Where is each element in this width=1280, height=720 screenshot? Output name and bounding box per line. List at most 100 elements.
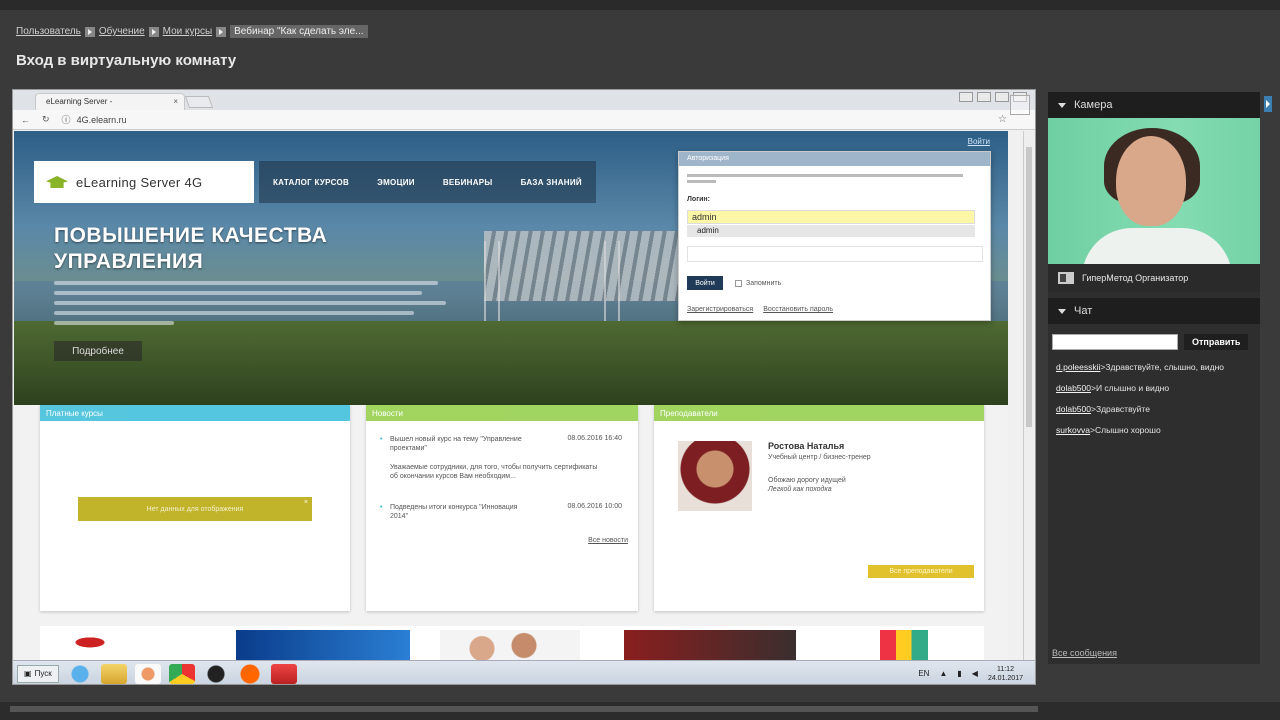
site-logo[interactable]: eLearning Server 4G [34, 161, 254, 203]
site-nav: КАТАЛОГ КУРСОВ ЭМОЦИИ ВЕБИНАРЫ БАЗА ЗНАН… [259, 161, 596, 203]
powerpoint-icon[interactable] [270, 663, 297, 684]
back-arrow-icon[interactable]: ← [21, 115, 30, 125]
language-indicator[interactable]: EN [918, 669, 929, 678]
autocomplete-suggestion[interactable]: admin [687, 225, 975, 237]
horizontal-scrollbar[interactable] [10, 706, 1038, 712]
media-player-icon[interactable] [134, 663, 161, 684]
new-tab-button[interactable] [184, 96, 214, 108]
top-strip [0, 0, 1280, 10]
news-summary: Уважаемые сотрудники, для того, чтобы по… [390, 464, 598, 480]
panel-toggle-icon[interactable] [1264, 96, 1272, 112]
news-title[interactable]: Вышел новый курс на тему "Управление про… [378, 435, 528, 453]
graduation-hat-icon [46, 176, 68, 188]
chat-header[interactable]: Чат [1048, 298, 1260, 324]
breadcrumb-learning[interactable]: Обучение [99, 26, 145, 37]
chat-user[interactable]: d.poleesskii [1056, 362, 1100, 372]
no-data-message: Нет данных для отображения × [78, 497, 312, 521]
register-link[interactable]: Зарегистрироваться [687, 306, 753, 313]
app-icon[interactable] [202, 663, 229, 684]
chat-user[interactable]: dolab500 [1056, 383, 1091, 393]
fullscreen-icon[interactable] [1010, 95, 1030, 115]
login-label: Логин: [687, 196, 710, 203]
camera-video [1048, 118, 1260, 264]
partner-logo[interactable] [440, 630, 580, 661]
clock-time: 11:12 [996, 665, 1014, 673]
password-input[interactable] [687, 246, 983, 262]
partner-logo[interactable] [236, 630, 410, 661]
website: Войти eLearning Server 4G КАТАЛОГ КУРСОВ… [14, 131, 1008, 661]
reload-icon[interactable]: ↻ [42, 114, 50, 125]
tab-close-icon[interactable]: × [173, 97, 178, 106]
news-item[interactable]: Подведены итоги конкурса "Инновация 2014… [378, 503, 628, 521]
breadcrumb-my-courses[interactable]: Мои курсы [163, 26, 213, 37]
breadcrumb-current: Вебинар "Как сделать эле... [230, 25, 368, 38]
nav-catalog[interactable]: КАТАЛОГ КУРСОВ [273, 178, 349, 187]
restore-password-link[interactable]: Восстановить пароль [763, 306, 833, 313]
card-title: Платные курсы [40, 405, 350, 421]
network-icon[interactable]: ▮ [957, 669, 961, 678]
card-title: Преподаватели [654, 405, 984, 421]
tutor-role: Учебный центр / бизнес-тренер [768, 454, 871, 461]
user-icon[interactable] [959, 92, 973, 102]
page-title: Вход в виртуальную комнату [16, 52, 237, 69]
tutor-name[interactable]: Ростова Наталья [768, 441, 844, 451]
maximize-icon[interactable] [995, 92, 1009, 102]
browser-scrollbar[interactable] [1023, 131, 1033, 661]
right-panel: Камера ГиперМетод Организатор Чат Отправ… [1048, 92, 1260, 664]
tray-arrow-icon[interactable]: ▲ [939, 669, 947, 678]
windows-icon: ▣ [24, 669, 32, 678]
partner-logo[interactable] [880, 630, 928, 661]
partner-logo[interactable] [54, 630, 144, 661]
firefox-icon[interactable] [236, 663, 263, 684]
internet-explorer-icon[interactable] [66, 663, 93, 684]
tutor-photo[interactable] [678, 441, 752, 511]
chat-user[interactable]: surkovva [1056, 425, 1090, 435]
chat-message: d.poleesskii>Здравствуйте, слышно, видно [1056, 362, 1225, 372]
chat-text: И слышно и видно [1095, 383, 1170, 393]
nav-webinars[interactable]: ВЕБИНАРЫ [443, 178, 493, 187]
login-button[interactable]: Войти [687, 276, 723, 290]
login-note-blurred [687, 174, 977, 188]
all-tutors-button[interactable]: Все преподаватели [868, 565, 974, 578]
breadcrumb-user[interactable]: Пользователь [16, 26, 81, 37]
all-messages-link[interactable]: Все сообщения [1052, 648, 1117, 658]
minimize-icon[interactable] [977, 92, 991, 102]
chat-text: Слышно хорошо [1094, 425, 1161, 435]
checkbox-icon[interactable] [735, 280, 742, 287]
partner-logo[interactable] [624, 630, 796, 661]
presenter-bar: ГиперМетод Организатор [1048, 264, 1260, 292]
folder-icon[interactable] [100, 663, 127, 684]
camera-header[interactable]: Камера [1048, 92, 1260, 118]
login-link[interactable]: Войти [968, 137, 990, 146]
remember-checkbox[interactable]: Запомнить [735, 280, 781, 287]
nav-emotions[interactable]: ЭМОЦИИ [377, 178, 415, 187]
start-button[interactable]: ▣ Пуск [17, 664, 59, 683]
no-data-text: Нет данных для отображения [146, 505, 244, 513]
card-paid-courses: Платные курсы Нет данных для отображения… [40, 405, 350, 611]
volume-icon[interactable]: ◀ [972, 669, 978, 678]
close-icon[interactable]: × [304, 499, 308, 506]
clock-date: 24.01.2017 [987, 674, 1023, 682]
logo-text: eLearning Server 4G [76, 174, 203, 190]
news-item[interactable]: Вышел новый курс на тему "Управление про… [378, 435, 628, 481]
more-button[interactable]: Подробнее [54, 341, 142, 361]
news-title[interactable]: Подведены итоги конкурса "Инновация 2014… [378, 503, 528, 521]
browser-tab[interactable]: eLearning Server - × [35, 93, 185, 110]
login-input[interactable]: admin [687, 210, 975, 224]
collapse-arrow-icon[interactable] [1058, 308, 1066, 314]
breadcrumb-separator-icon [84, 26, 95, 37]
chat-input[interactable] [1052, 334, 1178, 350]
collapse-arrow-icon[interactable] [1058, 102, 1066, 108]
chat-text: Здравствуйте, слышно, видно [1105, 362, 1225, 372]
all-news-link[interactable]: Все новости [588, 537, 628, 544]
hero-trees [14, 321, 1008, 405]
nav-knowledge-base[interactable]: БАЗА ЗНАНИЙ [521, 178, 582, 187]
url-field[interactable]: ⓘ 4G.elearn.ru [62, 113, 1005, 127]
bookmark-star-icon[interactable]: ☆ [998, 114, 1007, 125]
chrome-icon[interactable] [168, 663, 195, 684]
clock[interactable]: 11:12 24.01.2017 [988, 665, 1023, 683]
send-button[interactable]: Отправить [1184, 334, 1249, 350]
chat-user[interactable]: dolab500 [1056, 404, 1091, 414]
hero-title-line1: ПОВЫШЕНИЕ КАЧЕСТВА [54, 224, 328, 247]
breadcrumb-separator-icon [216, 26, 227, 37]
